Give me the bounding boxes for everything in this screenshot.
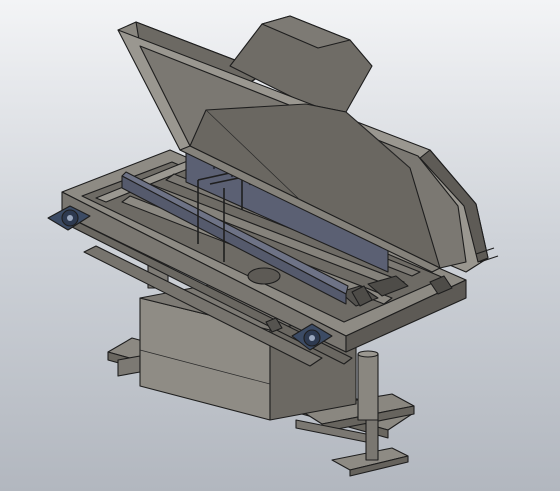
machine-model xyxy=(47,15,499,477)
cad-viewport[interactable] xyxy=(0,0,560,491)
